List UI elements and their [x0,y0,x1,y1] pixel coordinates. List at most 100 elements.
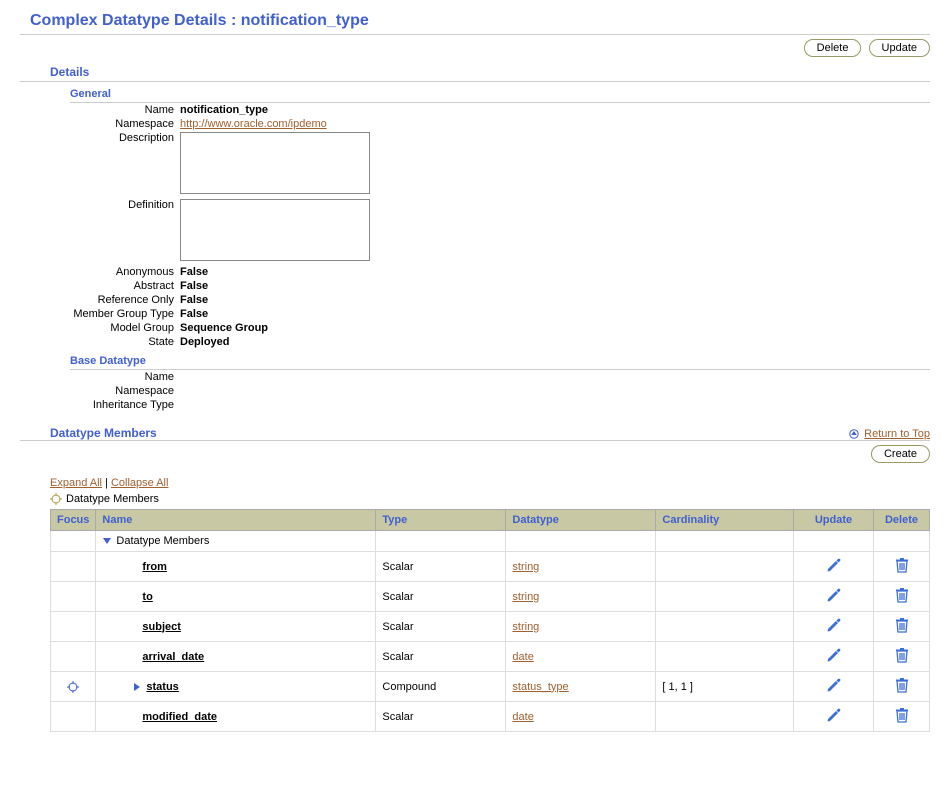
col-header-focus: Focus [51,510,96,531]
member-update-cell [794,642,874,672]
member-name-link[interactable]: subject [142,621,181,633]
member-name-link[interactable]: to [142,591,152,603]
member-update-cell [794,702,874,732]
breadcrumb: Datatype Members [50,493,930,505]
pencil-icon[interactable] [825,616,843,637]
root-row-cardinality [656,531,794,552]
label-name: Name [70,103,180,117]
collapse-all-link[interactable]: Collapse All [111,477,168,489]
tree-expand-down-icon[interactable] [102,535,112,547]
delete-button[interactable]: Delete [804,39,862,57]
label-anonymous: Anonymous [70,265,180,279]
return-to-top-link[interactable]: Return to Top [864,428,930,440]
label-state: State [70,335,180,349]
member-datatype-link[interactable]: string [512,621,539,633]
definition-textarea[interactable] [180,199,370,261]
description-textarea[interactable] [180,132,370,194]
member-delete-cell [874,702,930,732]
member-delete-cell [874,612,930,642]
member-cardinality-cell [656,552,794,582]
value-state: Deployed [180,335,370,349]
member-cardinality-cell: [ 1, 1 ] [656,672,794,702]
member-name-link[interactable]: modified_date [142,711,217,723]
breadcrumb-label: Datatype Members [66,493,159,505]
member-datatype-link[interactable]: string [512,561,539,573]
member-name-cell: from [96,552,376,582]
member-name-link[interactable]: status [146,681,178,693]
trash-icon[interactable] [895,587,909,606]
base-fields-table: Name Namespace Inheritance Type [70,370,180,412]
divider [70,369,930,370]
member-datatype-cell: string [506,582,656,612]
member-update-cell [794,552,874,582]
value-reference-only: False [180,293,370,307]
pencil-icon[interactable] [825,706,843,727]
member-datatype-link[interactable]: string [512,591,539,603]
member-delete-cell [874,672,930,702]
update-button[interactable]: Update [869,39,930,57]
trash-icon[interactable] [895,677,909,696]
col-header-cardinality: Cardinality [656,510,794,531]
trash-icon[interactable] [895,617,909,636]
member-cardinality-cell [656,642,794,672]
focus-cell [51,612,96,642]
value-model-group: Sequence Group [180,321,370,335]
value-anonymous: False [180,265,370,279]
focus-cell[interactable] [51,672,96,702]
member-update-cell [794,672,874,702]
subsection-base-datatype-heading: Base Datatype [70,355,930,367]
pencil-icon[interactable] [825,586,843,607]
value-member-group-type: False [180,307,370,321]
label-namespace: Namespace [70,117,180,131]
label-base-name: Name [70,370,180,384]
label-inheritance-type: Inheritance Type [70,398,180,412]
divider [20,34,930,35]
member-type-cell: Scalar [376,702,506,732]
tree-expand-right-icon[interactable] [132,681,142,693]
expand-all-link[interactable]: Expand All [50,477,102,489]
crosshair-icon[interactable] [57,681,89,693]
member-cardinality-cell [656,582,794,612]
namespace-link[interactable]: http://www.oracle.com/ipdemo [180,118,327,130]
focus-cell [51,702,96,732]
member-name-link[interactable]: from [142,561,166,573]
member-datatype-link[interactable]: date [512,651,533,663]
pencil-icon[interactable] [825,676,843,697]
label-abstract: Abstract [70,279,180,293]
create-button-row: Create [20,445,930,463]
focus-cell [51,531,96,552]
create-button[interactable]: Create [871,445,930,463]
pencil-icon[interactable] [825,646,843,667]
root-row-delete [874,531,930,552]
member-name-link[interactable]: arrival_date [142,651,204,663]
member-name-cell: arrival_date [96,642,376,672]
label-base-namespace: Namespace [70,384,180,398]
pencil-icon[interactable] [825,556,843,577]
member-delete-cell [874,642,930,672]
member-name-cell: subject [96,612,376,642]
trash-icon[interactable] [895,707,909,726]
member-datatype-cell: string [506,552,656,582]
general-fields-table: Name notification_type Namespace http://… [70,103,370,349]
root-row-datatype [506,531,656,552]
subsection-general-heading: General [70,88,930,100]
col-header-update: Update [794,510,874,531]
member-datatype-cell: date [506,642,656,672]
member-update-cell [794,612,874,642]
col-header-datatype: Datatype [506,510,656,531]
divider [20,440,930,441]
label-definition: Definition [70,198,180,265]
trash-icon[interactable] [895,647,909,666]
member-cardinality-cell [656,612,794,642]
member-type-cell: Compound [376,672,506,702]
page-title: Complex Datatype Details : notification_… [30,12,930,30]
caret-up-icon [849,429,859,439]
trash-icon[interactable] [895,557,909,576]
member-datatype-link[interactable]: date [512,711,533,723]
member-datatype-cell: date [506,702,656,732]
col-header-delete: Delete [874,510,930,531]
label-member-group-type: Member Group Type [70,307,180,321]
value-name: notification_type [180,103,370,117]
member-datatype-link[interactable]: status_type [512,681,568,693]
root-row-type [376,531,506,552]
